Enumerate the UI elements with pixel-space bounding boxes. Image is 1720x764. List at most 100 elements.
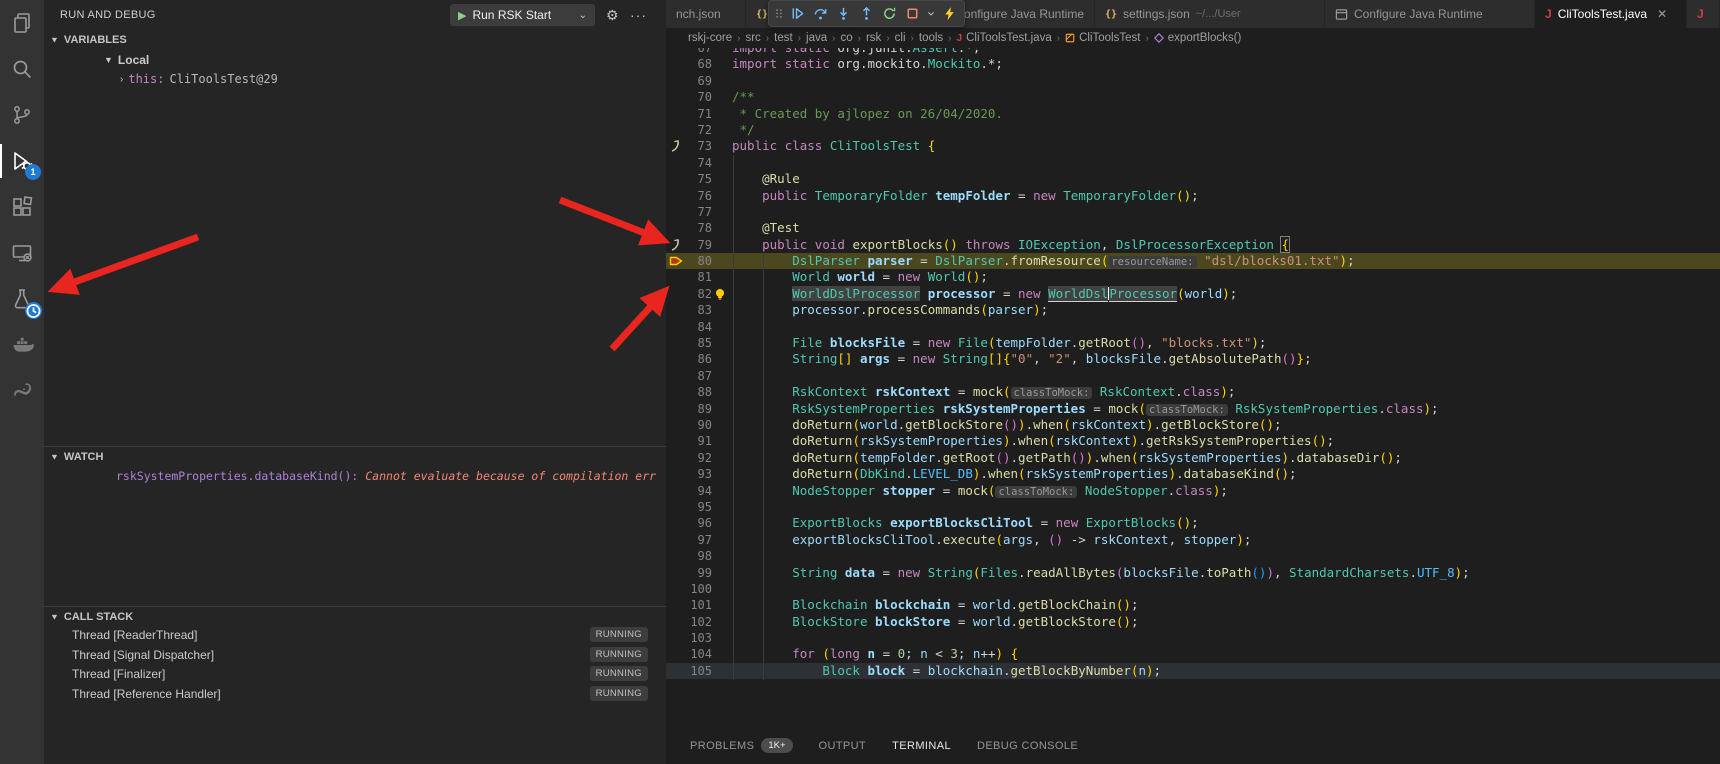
code-line[interactable]: 101 Blockchain blockchain = world.getBlo… bbox=[666, 597, 1720, 613]
fold-arrow-icon[interactable] bbox=[669, 139, 683, 153]
code-line[interactable]: 85 File blocksFile = new File(tempFolder… bbox=[666, 335, 1720, 351]
breadcrumb-item-test[interactable]: test bbox=[774, 32, 793, 44]
gear-icon[interactable]: ⚙ bbox=[606, 7, 619, 23]
code-text: WorldDslProcessor processor = new WorldD… bbox=[732, 286, 1237, 302]
code-line[interactable]: 86 String[] args = new String[]{"0", "2"… bbox=[666, 351, 1720, 367]
step-out-button[interactable] bbox=[856, 3, 877, 25]
code-line[interactable]: 70/** bbox=[666, 89, 1720, 105]
panel-tab-problems[interactable]: PROBLEMS1K+ bbox=[690, 738, 793, 753]
code-line[interactable]: 72 */ bbox=[666, 122, 1720, 138]
code-line[interactable]: 100 bbox=[666, 581, 1720, 597]
code-line[interactable]: 78 @Test bbox=[666, 220, 1720, 236]
code-line[interactable]: 105 Block block = blockchain.getBlockByN… bbox=[666, 663, 1720, 679]
source-control-activity-item[interactable] bbox=[0, 92, 44, 138]
variables-section-header[interactable]: ▼ VARIABLES bbox=[44, 30, 666, 50]
code-line[interactable]: 89 RskSystemProperties rskSystemProperti… bbox=[666, 401, 1720, 417]
extensions-activity-item[interactable] bbox=[0, 184, 44, 230]
code-line[interactable]: 74 bbox=[666, 155, 1720, 171]
code-line[interactable]: 99 String data = new String(Files.readAl… bbox=[666, 565, 1720, 581]
drag-handle[interactable] bbox=[773, 3, 785, 25]
search-activity-item[interactable] bbox=[0, 46, 44, 92]
breadcrumb-item-tools[interactable]: tools bbox=[919, 32, 943, 44]
code-line[interactable]: 102 BlockStore blockStore = world.getBlo… bbox=[666, 614, 1720, 630]
explorer-activity-item[interactable] bbox=[0, 0, 44, 46]
call-stack-thread-row[interactable]: Thread [Reference Handler]RUNNING bbox=[44, 684, 666, 704]
launch-configuration-dropdown[interactable]: ▶ Run RSK Start ⌄ bbox=[450, 4, 595, 26]
stop-chevron[interactable] bbox=[925, 3, 937, 25]
tab-partial-right[interactable]: J bbox=[1687, 0, 1720, 28]
fold-arrow-icon[interactable] bbox=[669, 238, 683, 252]
code-line[interactable]: 94 NodeStopper stopper = mock(classToMoc… bbox=[666, 483, 1720, 499]
gradle-activity-item[interactable] bbox=[0, 368, 44, 414]
code-line[interactable]: 75 @Rule bbox=[666, 171, 1720, 187]
tab-launch-json-clipped[interactable]: nch.json bbox=[666, 0, 746, 28]
code-line[interactable]: 76 public TemporaryFolder tempFolder = n… bbox=[666, 188, 1720, 204]
hot-code-replace-button[interactable] bbox=[939, 3, 960, 25]
stop-button[interactable] bbox=[902, 3, 923, 25]
code-line[interactable]: 73public class CliToolsTest { bbox=[666, 138, 1720, 154]
code-text: public class CliToolsTest { bbox=[732, 138, 935, 154]
panel-tab-terminal[interactable]: TERMINAL bbox=[892, 740, 951, 752]
call-stack-thread-row[interactable]: Thread [ReaderThread]RUNNING bbox=[44, 625, 666, 645]
code-line[interactable]: 90 doReturn(world.getBlockStore()).when(… bbox=[666, 417, 1720, 433]
code-line[interactable]: 79 public void exportBlocks() throws IOE… bbox=[666, 237, 1720, 253]
code-line[interactable]: 71 * Created by ajlopez on 26/04/2020. bbox=[666, 106, 1720, 122]
code-line[interactable]: 88 RskContext rskContext = mock(classToM… bbox=[666, 384, 1720, 400]
breadcrumb-item-exportblocks-[interactable]: exportBlocks() bbox=[1154, 32, 1242, 44]
code-line[interactable]: 69 bbox=[666, 73, 1720, 89]
code-line[interactable]: 80 DslParser parser = DslParser.fromReso… bbox=[666, 253, 1720, 269]
breadcrumb-item-co[interactable]: co bbox=[840, 32, 852, 44]
breadcrumb-item-rsk[interactable]: rsk bbox=[866, 32, 881, 44]
code-line[interactable]: 83 processor.processCommands(parser); bbox=[666, 302, 1720, 318]
tab-configure-java-runtime-2[interactable]: Configure Java Runtime bbox=[1325, 0, 1535, 28]
step-over-button[interactable] bbox=[810, 3, 831, 25]
remote-explorer-activity-item[interactable] bbox=[0, 230, 44, 276]
code-editor[interactable]: 67import static org.junit.Assert.*;68imp… bbox=[666, 40, 1720, 679]
code-line[interactable]: 81 World world = new World(); bbox=[666, 269, 1720, 285]
step-into-button[interactable] bbox=[833, 3, 854, 25]
variable-this-row[interactable]: › this: CliToolsTest@29 bbox=[120, 72, 278, 86]
code-line[interactable]: 82 WorldDslProcessor processor = new Wor… bbox=[666, 286, 1720, 302]
code-line[interactable]: 95 bbox=[666, 499, 1720, 515]
breadcrumb-item-java[interactable]: java bbox=[806, 32, 827, 44]
code-line[interactable]: 92 doReturn(tempFolder.getRoot().getPath… bbox=[666, 450, 1720, 466]
call-stack-thread-row[interactable]: Thread [Finalizer]RUNNING bbox=[44, 664, 666, 684]
breadcrumb-item-cli[interactable]: cli bbox=[895, 32, 906, 44]
code-line[interactable]: 68import static org.mockito.Mockito.*; bbox=[666, 56, 1720, 72]
breadcrumb-item-clitoolstest[interactable]: CliToolsTest bbox=[1065, 32, 1140, 44]
code-line[interactable]: 91 doReturn(rskSystemProperties).when(rs… bbox=[666, 433, 1720, 449]
thread-status-badge: RUNNING bbox=[590, 686, 648, 701]
continue-button[interactable] bbox=[787, 3, 808, 25]
docker-activity-item[interactable] bbox=[0, 322, 44, 368]
panel-tab-debug-console[interactable]: DEBUG CONSOLE bbox=[977, 740, 1078, 752]
tab-clitoolstest-java[interactable]: JCliToolsTest.java✕ bbox=[1535, 0, 1687, 28]
watch-header-label: WATCH bbox=[64, 451, 104, 463]
breadcrumb-item-rskj-core[interactable]: rskj-core bbox=[688, 32, 732, 44]
code-line[interactable]: 77 bbox=[666, 204, 1720, 220]
code-line[interactable]: 96 ExportBlocks exportBlocksCliTool = ne… bbox=[666, 515, 1720, 531]
tab-settings-json[interactable]: {}settings.json~/.../User bbox=[1095, 0, 1325, 28]
variables-scope-local[interactable]: ▼ Local bbox=[104, 53, 149, 67]
breadcrumb-item-clitoolstest-java[interactable]: JCliToolsTest.java bbox=[957, 32, 1052, 44]
close-icon[interactable]: ✕ bbox=[1657, 7, 1667, 21]
code-line[interactable]: 98 bbox=[666, 548, 1720, 564]
call-stack-thread-row[interactable]: Thread [Signal Dispatcher]RUNNING bbox=[44, 645, 666, 665]
debug-current-line-icon[interactable] bbox=[669, 254, 683, 268]
testing-activity-item[interactable] bbox=[0, 276, 44, 322]
search-icon bbox=[10, 57, 34, 81]
code-line[interactable]: 84 bbox=[666, 319, 1720, 335]
panel-tab-output[interactable]: OUTPUT bbox=[819, 740, 867, 752]
lightbulb-icon[interactable] bbox=[713, 287, 727, 301]
call-stack-section-header[interactable]: ▼ CALL STACK bbox=[44, 606, 666, 626]
code-line[interactable]: 103 bbox=[666, 630, 1720, 646]
code-line[interactable]: 93 doReturn(DbKind.LEVEL_DB).when(rskSys… bbox=[666, 466, 1720, 482]
code-line[interactable]: 104 for (long n = 0; n < 3; n++) { bbox=[666, 646, 1720, 662]
watch-expression-row[interactable]: rskSystemProperties.databaseKind(): Cann… bbox=[116, 469, 656, 483]
run-and-debug-activity-item[interactable]: 1 bbox=[0, 138, 44, 184]
breadcrumb-item-src[interactable]: src bbox=[745, 32, 760, 44]
more-actions-icon[interactable]: ··· bbox=[630, 7, 647, 23]
watch-section-header[interactable]: ▼ WATCH bbox=[44, 446, 666, 466]
code-line[interactable]: 87 bbox=[666, 368, 1720, 384]
code-line[interactable]: 97 exportBlocksCliTool.execute(args, () … bbox=[666, 532, 1720, 548]
restart-button[interactable] bbox=[879, 3, 900, 25]
